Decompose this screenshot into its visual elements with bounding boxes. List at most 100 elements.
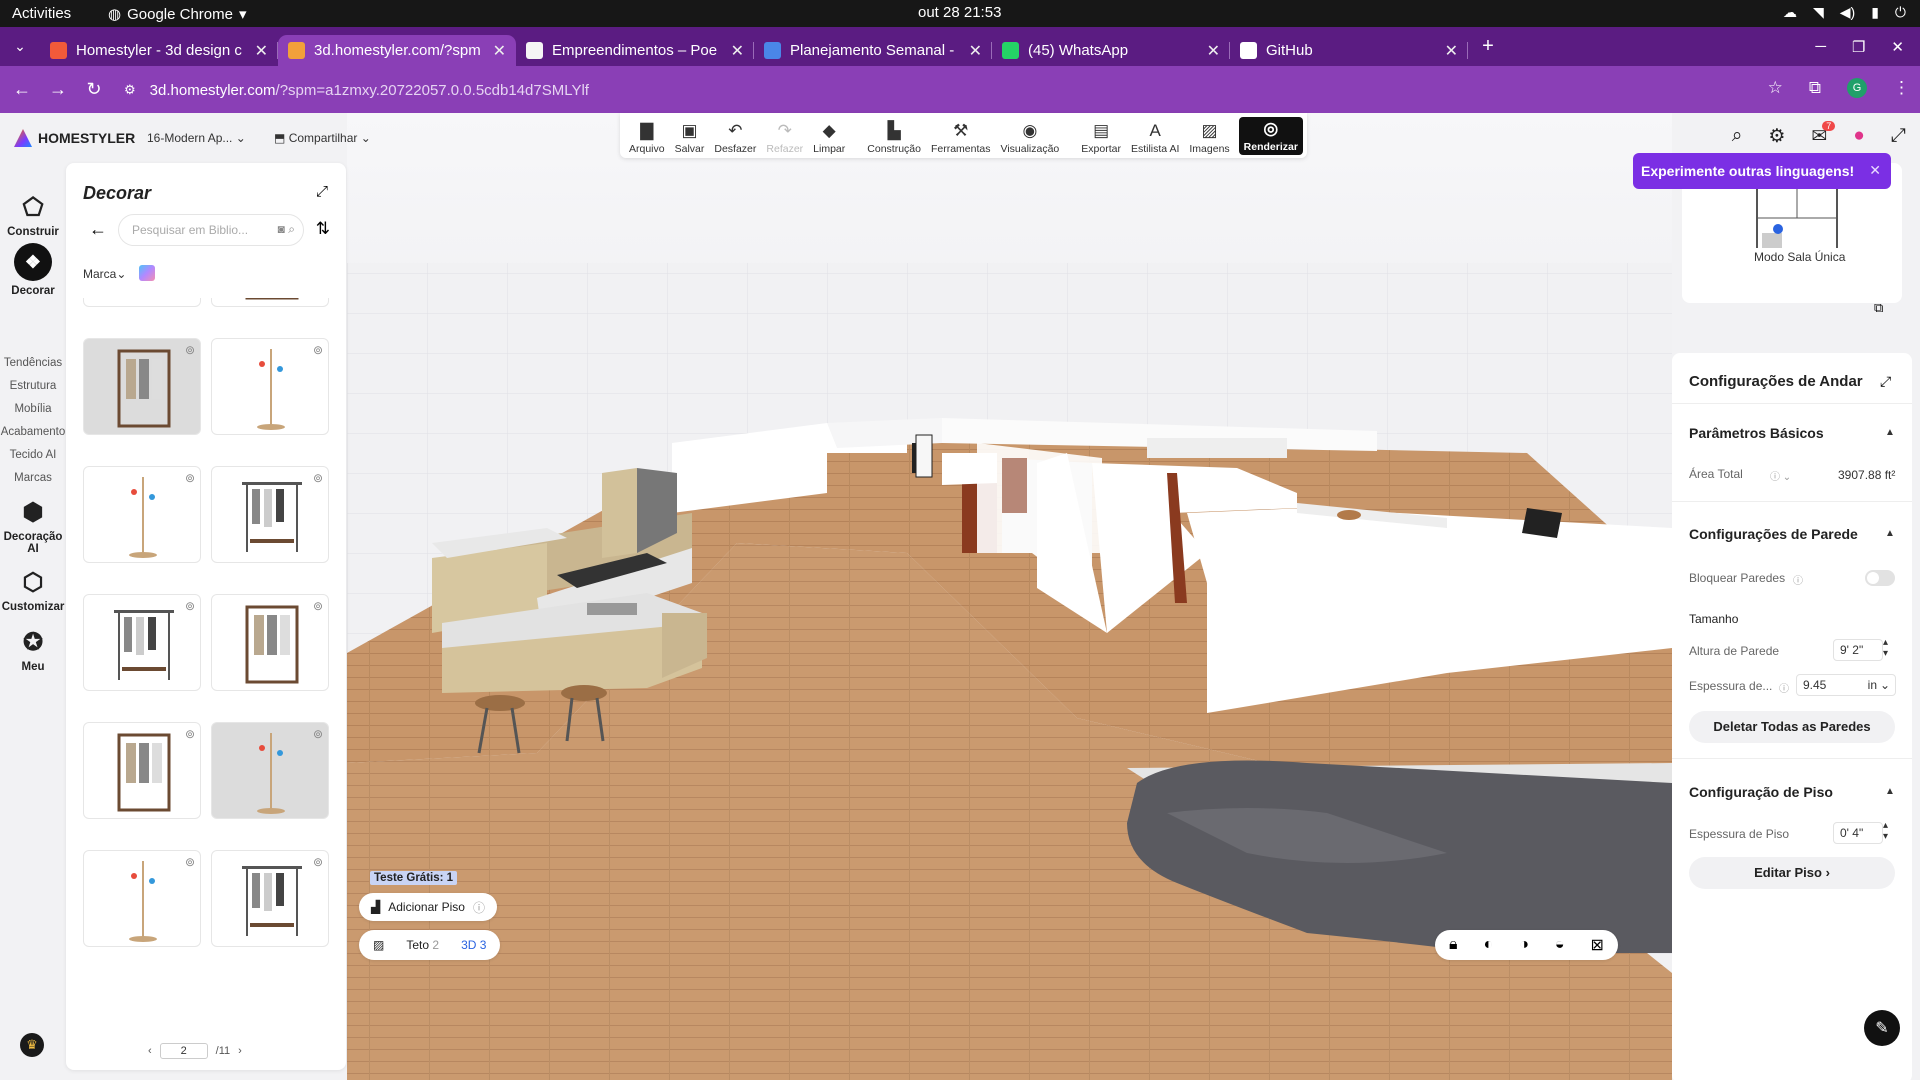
close-tab-icon[interactable]: ✕: [255, 41, 268, 61]
nav-construir[interactable]: ⬠ Construir: [0, 193, 66, 238]
toolbar-arquivo-button[interactable]: ▇ Arquivo: [624, 122, 670, 156]
catalog-search-icon[interactable]: ⌕: [1732, 125, 1743, 148]
section-floor-settings[interactable]: Configuração de Piso: [1689, 784, 1833, 800]
close-tab-icon[interactable]: ✕: [1445, 41, 1458, 61]
color-filter[interactable]: [139, 265, 155, 281]
info-icon[interactable]: ⓘ: [1779, 680, 1789, 695]
activities-button[interactable]: Activities: [12, 5, 71, 22]
tab-1[interactable]: 3d.homestyler.com/?spm ✕: [278, 35, 516, 66]
restore-icon[interactable]: ❐: [1852, 38, 1865, 56]
tab-2[interactable]: Empreendimentos – Poe ✕: [516, 35, 754, 66]
sublink-mobilia[interactable]: Mobília: [0, 403, 66, 415]
product-card[interactable]: ⊚: [83, 338, 201, 435]
new-tab-button[interactable]: +: [1468, 27, 1508, 66]
expand-icon[interactable]: ⤢: [316, 183, 328, 200]
product-card[interactable]: ⊚: [83, 850, 201, 947]
close-tab-icon[interactable]: ✕: [493, 41, 506, 61]
clock[interactable]: out 28 21:53: [918, 4, 1001, 21]
next-page-icon[interactable]: ›: [238, 1045, 242, 1057]
catalog-search-input[interactable]: Pesquisar em Biblio... ◙ ⌕: [118, 214, 304, 246]
toolbar-salvar-button[interactable]: ▣ Salvar: [670, 122, 710, 156]
project-name-dropdown[interactable]: 16-Modern Ap... ⌄: [147, 131, 246, 145]
url-field[interactable]: ⚙ 3d.homestyler.com/?spm=a1zmxy.20722057…: [124, 75, 1764, 105]
camera-settings-icon[interactable]: ◑: [1519, 936, 1529, 954]
brand-filter[interactable]: Marca⌄: [83, 267, 126, 281]
camera-position-icon[interactable]: ◐: [1484, 936, 1494, 954]
nav-decorar[interactable]: ❖ Decorar: [0, 243, 66, 297]
sort-icon[interactable]: ⇅: [316, 219, 330, 239]
collapse-icon[interactable]: ▲: [1885, 786, 1895, 797]
product-card[interactable]: ⊚: [211, 594, 329, 691]
close-icon[interactable]: ✕: [1891, 38, 1904, 56]
toolbar-estilista-ai-button[interactable]: A Estilista AI: [1126, 122, 1184, 156]
ar-view-icon[interactable]: ⊚: [313, 727, 323, 741]
minimize-icon[interactable]: ─: [1815, 38, 1826, 55]
sublink-acabamento[interactable]: Acabamento: [0, 426, 66, 438]
tab-0[interactable]: Homestyler - 3d design c ✕: [40, 35, 278, 66]
sublink-marcas[interactable]: Marcas: [0, 472, 66, 484]
page-input[interactable]: 2: [159, 1043, 208, 1059]
2d-view-icon[interactable]: ▨: [373, 938, 384, 952]
help-icon[interactable]: ⓘ: [473, 899, 485, 916]
collapse-icon[interactable]: ▲: [1885, 528, 1895, 539]
product-card[interactable]: ⊚: [83, 594, 201, 691]
forward-icon[interactable]: →: [40, 79, 76, 100]
close-icon[interactable]: ✕: [1869, 162, 1881, 179]
product-card[interactable]: ⊚: [83, 466, 201, 563]
product-card[interactable]: ⊚: [83, 298, 201, 307]
toolbar-exportar-button[interactable]: ▤ Exportar: [1076, 122, 1126, 156]
info-icon[interactable]: ⓘ: [1793, 572, 1803, 587]
browser-menu[interactable]: ◍ Google Chrome ▾: [108, 5, 247, 24]
add-floor-button[interactable]: ▟ Adicionar Piso ⓘ: [359, 893, 497, 921]
homestyler-logo[interactable]: HOMESTYLER: [14, 129, 135, 147]
product-card[interactable]: ⊚: [211, 466, 329, 563]
nav-decoracao-ai[interactable]: ⬢ Decoração AI: [0, 498, 66, 555]
mail-icon[interactable]: ✉ 7: [1811, 121, 1836, 148]
tab-3[interactable]: Planejamento Semanal - ✕: [754, 35, 992, 66]
product-card[interactable]: ⊚: [83, 722, 201, 819]
3d-view-button[interactable]: 3D 3: [461, 938, 486, 952]
toolbar-ferramentas-button[interactable]: ⚒ Ferramentas: [926, 122, 996, 156]
profile-avatar[interactable]: G: [1847, 78, 1867, 98]
fullscreen-icon[interactable]: ⤢: [1891, 125, 1906, 148]
toolbar-renderizar-button[interactable]: ◎ Renderizar: [1238, 117, 1303, 155]
nav-meu[interactable]: ✪ Meu: [0, 628, 66, 673]
search-icon[interactable]: ⌕: [288, 222, 295, 236]
info-icon[interactable]: ⓘ ⌄: [1770, 468, 1791, 483]
tab-search-button[interactable]: ⌄: [0, 27, 40, 66]
ar-view-icon[interactable]: ⊚: [185, 855, 195, 869]
back-icon[interactable]: ←: [4, 79, 40, 100]
crown-icon[interactable]: ♛: [20, 1033, 44, 1057]
product-card[interactable]: ⊚: [211, 722, 329, 819]
unit-dropdown[interactable]: in: [1868, 678, 1877, 692]
product-card[interactable]: ⊚: [211, 298, 329, 307]
tab-5[interactable]: GitHub ✕: [1230, 35, 1468, 66]
bookmark-star-icon[interactable]: ☆: [1768, 78, 1783, 98]
fit-view-icon[interactable]: ⊠: [1591, 935, 1604, 955]
edit-floor-button[interactable]: Editar Piso ›: [1689, 857, 1895, 889]
section-basic-params[interactable]: Parâmetros Básicos: [1689, 425, 1824, 441]
camera-icon[interactable]: ◙: [278, 222, 285, 236]
single-room-mode-label[interactable]: Modo Sala Única: [1750, 248, 1850, 266]
free-trial-badge[interactable]: Teste Grátis: 1: [370, 871, 458, 885]
lock-walls-toggle[interactable]: [1865, 570, 1895, 586]
ar-view-icon[interactable]: ⊚: [185, 343, 195, 357]
expand-icon[interactable]: ⤢: [1880, 373, 1891, 390]
copy-icon[interactable]: ⧉: [1874, 300, 1883, 316]
ar-view-icon[interactable]: ⊚: [313, 471, 323, 485]
sublink-tecido-ai[interactable]: Tecido AI: [0, 449, 66, 461]
help-chat-button[interactable]: ✎: [1864, 1010, 1900, 1046]
tab-4[interactable]: (45) WhatsApp ✕: [992, 35, 1230, 66]
floor-thickness-input[interactable]: 0' 4": [1833, 822, 1883, 844]
stepper-icon[interactable]: ▴ ▾: [1883, 637, 1888, 659]
nav-customizar[interactable]: ⬡ Customizar: [0, 568, 66, 613]
close-tab-icon[interactable]: ✕: [969, 41, 982, 61]
toolbar-imagens-button[interactable]: ▨ Imagens: [1184, 122, 1234, 156]
stepper-icon[interactable]: ▴ ▾: [1883, 820, 1888, 842]
delete-all-walls-button[interactable]: Deletar Todas as Paredes: [1689, 711, 1895, 743]
toolbar-refazer-button[interactable]: ↷ Refazer: [761, 122, 808, 156]
menu-kebab-icon[interactable]: ⋮: [1893, 78, 1910, 98]
prev-page-icon[interactable]: ‹: [148, 1045, 152, 1057]
wall-height-input[interactable]: 9' 2": [1833, 639, 1883, 661]
ar-view-icon[interactable]: ⊚: [185, 599, 195, 613]
